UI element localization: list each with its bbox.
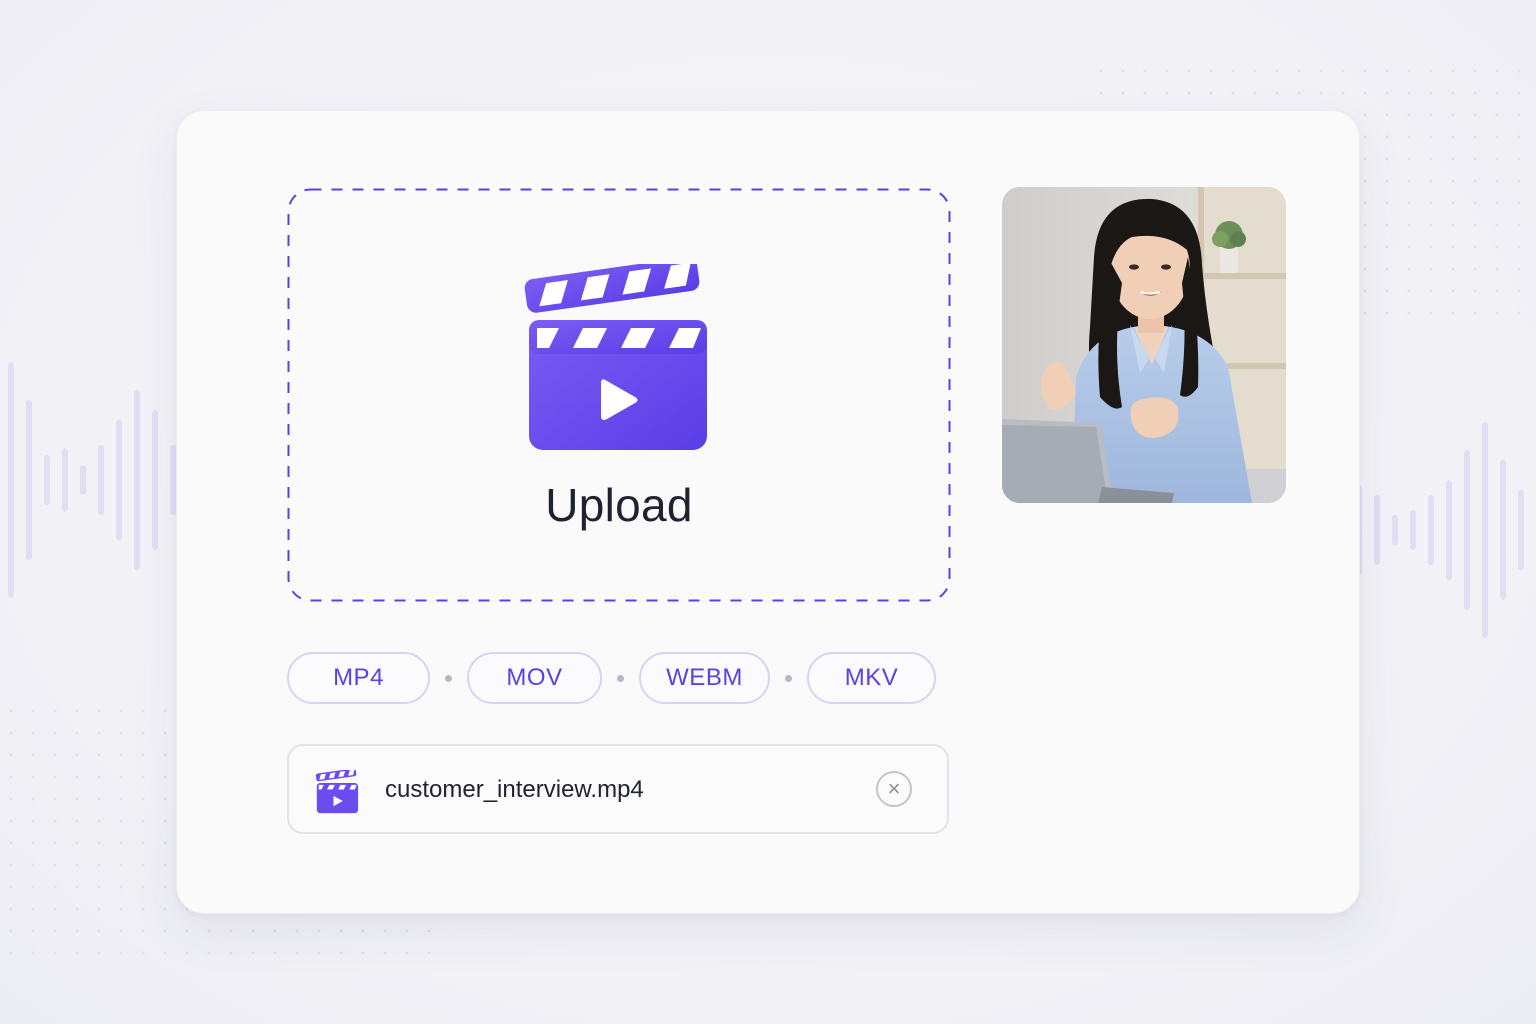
page-background: Upload MP4 MOV WEBM MKV customer_intervi… bbox=[0, 0, 1536, 1024]
format-chip-mp4[interactable]: MP4 bbox=[287, 652, 430, 704]
close-circle-icon: × bbox=[887, 776, 901, 801]
file-name: customer_interview.mp4 bbox=[385, 776, 644, 803]
video-preview-thumbnail bbox=[1002, 187, 1286, 503]
remove-file-button[interactable]: × bbox=[876, 771, 912, 807]
clapperboard-play-icon bbox=[315, 770, 359, 814]
format-separator-dot bbox=[617, 674, 624, 682]
uploaded-file-item: customer_interview.mp4 × bbox=[287, 744, 949, 834]
upload-label: Upload bbox=[545, 479, 693, 531]
decorative-waveform-right bbox=[1356, 420, 1524, 640]
format-list: MP4 MOV WEBM MKV bbox=[287, 650, 936, 706]
format-chip-webm[interactable]: WEBM bbox=[639, 652, 770, 704]
format-separator-dot bbox=[785, 674, 792, 682]
upload-dropzone[interactable]: Upload bbox=[287, 188, 951, 602]
format-separator-dot bbox=[445, 674, 452, 682]
clapperboard-play-icon bbox=[524, 264, 707, 450]
person-photo bbox=[1002, 187, 1286, 503]
decorative-waveform-left bbox=[8, 360, 176, 600]
format-chip-mov[interactable]: MOV bbox=[467, 652, 602, 704]
format-chip-mkv[interactable]: MKV bbox=[807, 652, 936, 704]
upload-card: Upload MP4 MOV WEBM MKV customer_intervi… bbox=[176, 110, 1360, 914]
